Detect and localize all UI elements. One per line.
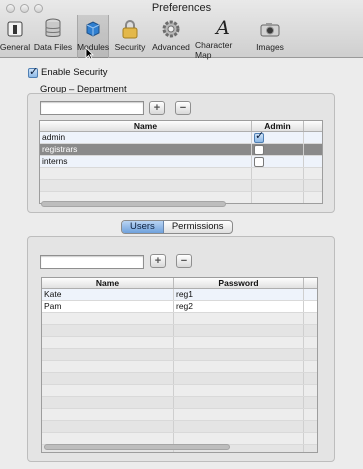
empty-rows <box>42 313 317 452</box>
toolbar-label: Images <box>256 42 284 52</box>
table-row[interactable]: Pam reg2 <box>42 301 317 313</box>
column-header-name[interactable]: Name <box>42 278 174 288</box>
table-header: Name Admin <box>40 121 322 132</box>
lock-icon <box>119 18 141 40</box>
preferences-toolbar: General Data Files Modules Security Adva… <box>0 15 286 60</box>
users-table[interactable]: Name Password Kate reg1 Pam reg2 <box>41 277 318 453</box>
switch-icon <box>4 18 26 40</box>
add-user-button[interactable]: + <box>150 254 166 268</box>
table-row-empty <box>42 325 317 337</box>
toolbar-images[interactable]: Images <box>254 18 286 56</box>
table-row-empty <box>40 180 322 192</box>
remove-group-button[interactable]: − <box>175 101 191 115</box>
group-name-cell: admin <box>40 132 252 143</box>
horizontal-scrollbar[interactable] <box>41 201 226 207</box>
group-name-cell: interns <box>40 156 252 167</box>
cube-icon <box>82 18 104 40</box>
table-row-empty <box>42 421 317 433</box>
gear-icon <box>160 18 182 40</box>
table-row-empty <box>42 349 317 361</box>
column-header-password[interactable]: Password <box>174 278 304 288</box>
table-row-empty <box>42 361 317 373</box>
script-a-icon: A <box>216 17 230 39</box>
user-name-input[interactable] <box>40 255 144 269</box>
table-row-empty <box>42 409 317 421</box>
groups-table[interactable]: Name Admin admin registrars interns <box>39 120 323 204</box>
tab-users[interactable]: Users <box>122 221 164 233</box>
toolbar-character-map[interactable]: A Character Map <box>192 17 254 60</box>
add-group-button[interactable]: + <box>149 101 165 115</box>
table-row[interactable]: admin <box>40 130 322 144</box>
toolbar-general[interactable]: General <box>0 18 30 56</box>
user-password-cell: reg2 <box>174 301 304 312</box>
groups-panel: + − Name Admin admin registrars interns <box>27 93 335 213</box>
toolbar-data-files[interactable]: Data Files <box>30 18 76 56</box>
group-name-cell: registrars <box>40 144 252 155</box>
table-row[interactable]: interns <box>40 156 322 168</box>
window-titlebar: Preferences General Data Files Modules S… <box>0 0 363 60</box>
table-row[interactable]: registrars <box>40 144 322 156</box>
table-row[interactable]: Kate reg1 <box>42 289 317 301</box>
tab-permissions[interactable]: Permissions <box>164 221 232 233</box>
window-title: Preferences <box>151 2 212 14</box>
remove-user-button[interactable]: − <box>176 254 192 268</box>
table-row-empty <box>42 385 317 397</box>
camera-icon <box>259 18 281 40</box>
toolbar-label: General <box>0 42 31 52</box>
table-row-empty <box>40 168 322 180</box>
toolbar-label: Advanced <box>152 42 190 52</box>
admin-checkbox[interactable] <box>254 156 264 167</box>
toolbar-label: Character Map <box>195 40 233 60</box>
table-row-empty <box>42 337 317 349</box>
toolbar-label: Security <box>114 42 146 52</box>
enable-security-label: Enable Security <box>41 67 108 78</box>
horizontal-scrollbar[interactable] <box>44 444 230 450</box>
table-row-empty <box>42 397 317 409</box>
toolbar-security[interactable]: Security <box>110 18 150 56</box>
column-header-name[interactable]: Name <box>40 121 252 131</box>
admin-checkbox[interactable] <box>254 130 264 143</box>
table-row-empty <box>42 373 317 385</box>
checkbox[interactable] <box>28 65 38 78</box>
toolbar-advanced[interactable]: Advanced <box>150 18 192 56</box>
admin-checkbox[interactable] <box>254 144 264 155</box>
users-permissions-segmented-control: Users Permissions <box>121 220 233 234</box>
toolbar-label: Data Files <box>33 42 73 52</box>
group-name-input[interactable] <box>40 101 144 115</box>
user-name-cell: Pam <box>42 301 174 312</box>
table-header: Name Password <box>42 278 317 289</box>
mouse-cursor-icon <box>85 47 94 60</box>
database-icon <box>42 18 64 40</box>
table-row-empty <box>42 313 317 325</box>
enable-security-checkbox[interactable]: Enable Security <box>28 65 108 78</box>
user-password-cell: reg1 <box>174 289 304 300</box>
users-panel: + − Name Password Kate reg1 Pam reg2 <box>27 236 335 462</box>
user-name-cell: Kate <box>42 289 174 300</box>
